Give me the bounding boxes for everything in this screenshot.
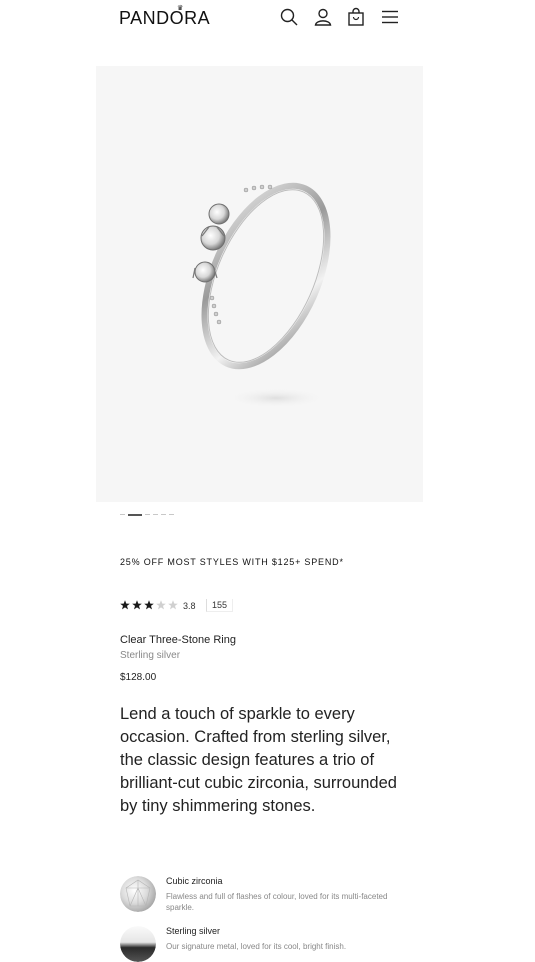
search-icon[interactable]	[279, 7, 299, 27]
site-header: PANDORA ♛	[0, 0, 535, 40]
feature-title: Cubic zirconia	[166, 876, 223, 886]
pagination-dot[interactable]	[120, 514, 125, 515]
promo-banner[interactable]: 25% OFF MOST STYLES WITH $125+ SPEND*	[120, 557, 344, 567]
product-description: Lend a touch of sparkle to every occasio…	[120, 705, 397, 815]
ring-product-image	[192, 182, 331, 408]
menu-icon[interactable]	[380, 7, 400, 27]
feature-title: Sterling silver	[166, 926, 221, 936]
star-empty-icon	[168, 600, 178, 610]
cubic-zirconia-thumbnail	[120, 876, 156, 912]
star-filled-icon	[120, 600, 130, 610]
feature-description: Our signature metal, loved for its cool,…	[166, 942, 347, 951]
bag-icon[interactable]	[346, 7, 366, 27]
account-icon[interactable]	[313, 7, 333, 27]
product-price: $128.00	[120, 672, 157, 683]
pagination-dot[interactable]	[145, 514, 150, 515]
pagination-dot[interactable]	[169, 514, 174, 515]
feature-description: Flawless and full of flashes of colour, …	[166, 892, 388, 912]
product-material: Sterling silver	[120, 650, 181, 661]
crown-icon: ♛	[177, 5, 184, 12]
sterling-silver-thumbnail	[120, 926, 156, 962]
brand-logo[interactable]: PANDORA ♛	[119, 5, 210, 29]
star-filled-icon	[132, 600, 142, 610]
pagination-dot[interactable]	[153, 514, 158, 515]
pagination-dot-active[interactable]	[128, 513, 142, 516]
pagination-dot[interactable]	[161, 514, 166, 515]
rating-value: 3.8	[183, 601, 196, 611]
star-filled-icon	[144, 600, 154, 610]
star-empty-icon	[156, 600, 166, 610]
review-count[interactable]: 155	[206, 599, 234, 612]
product-image-gallery[interactable]	[96, 66, 423, 502]
product-name: Clear Three-Stone Ring	[120, 634, 236, 646]
